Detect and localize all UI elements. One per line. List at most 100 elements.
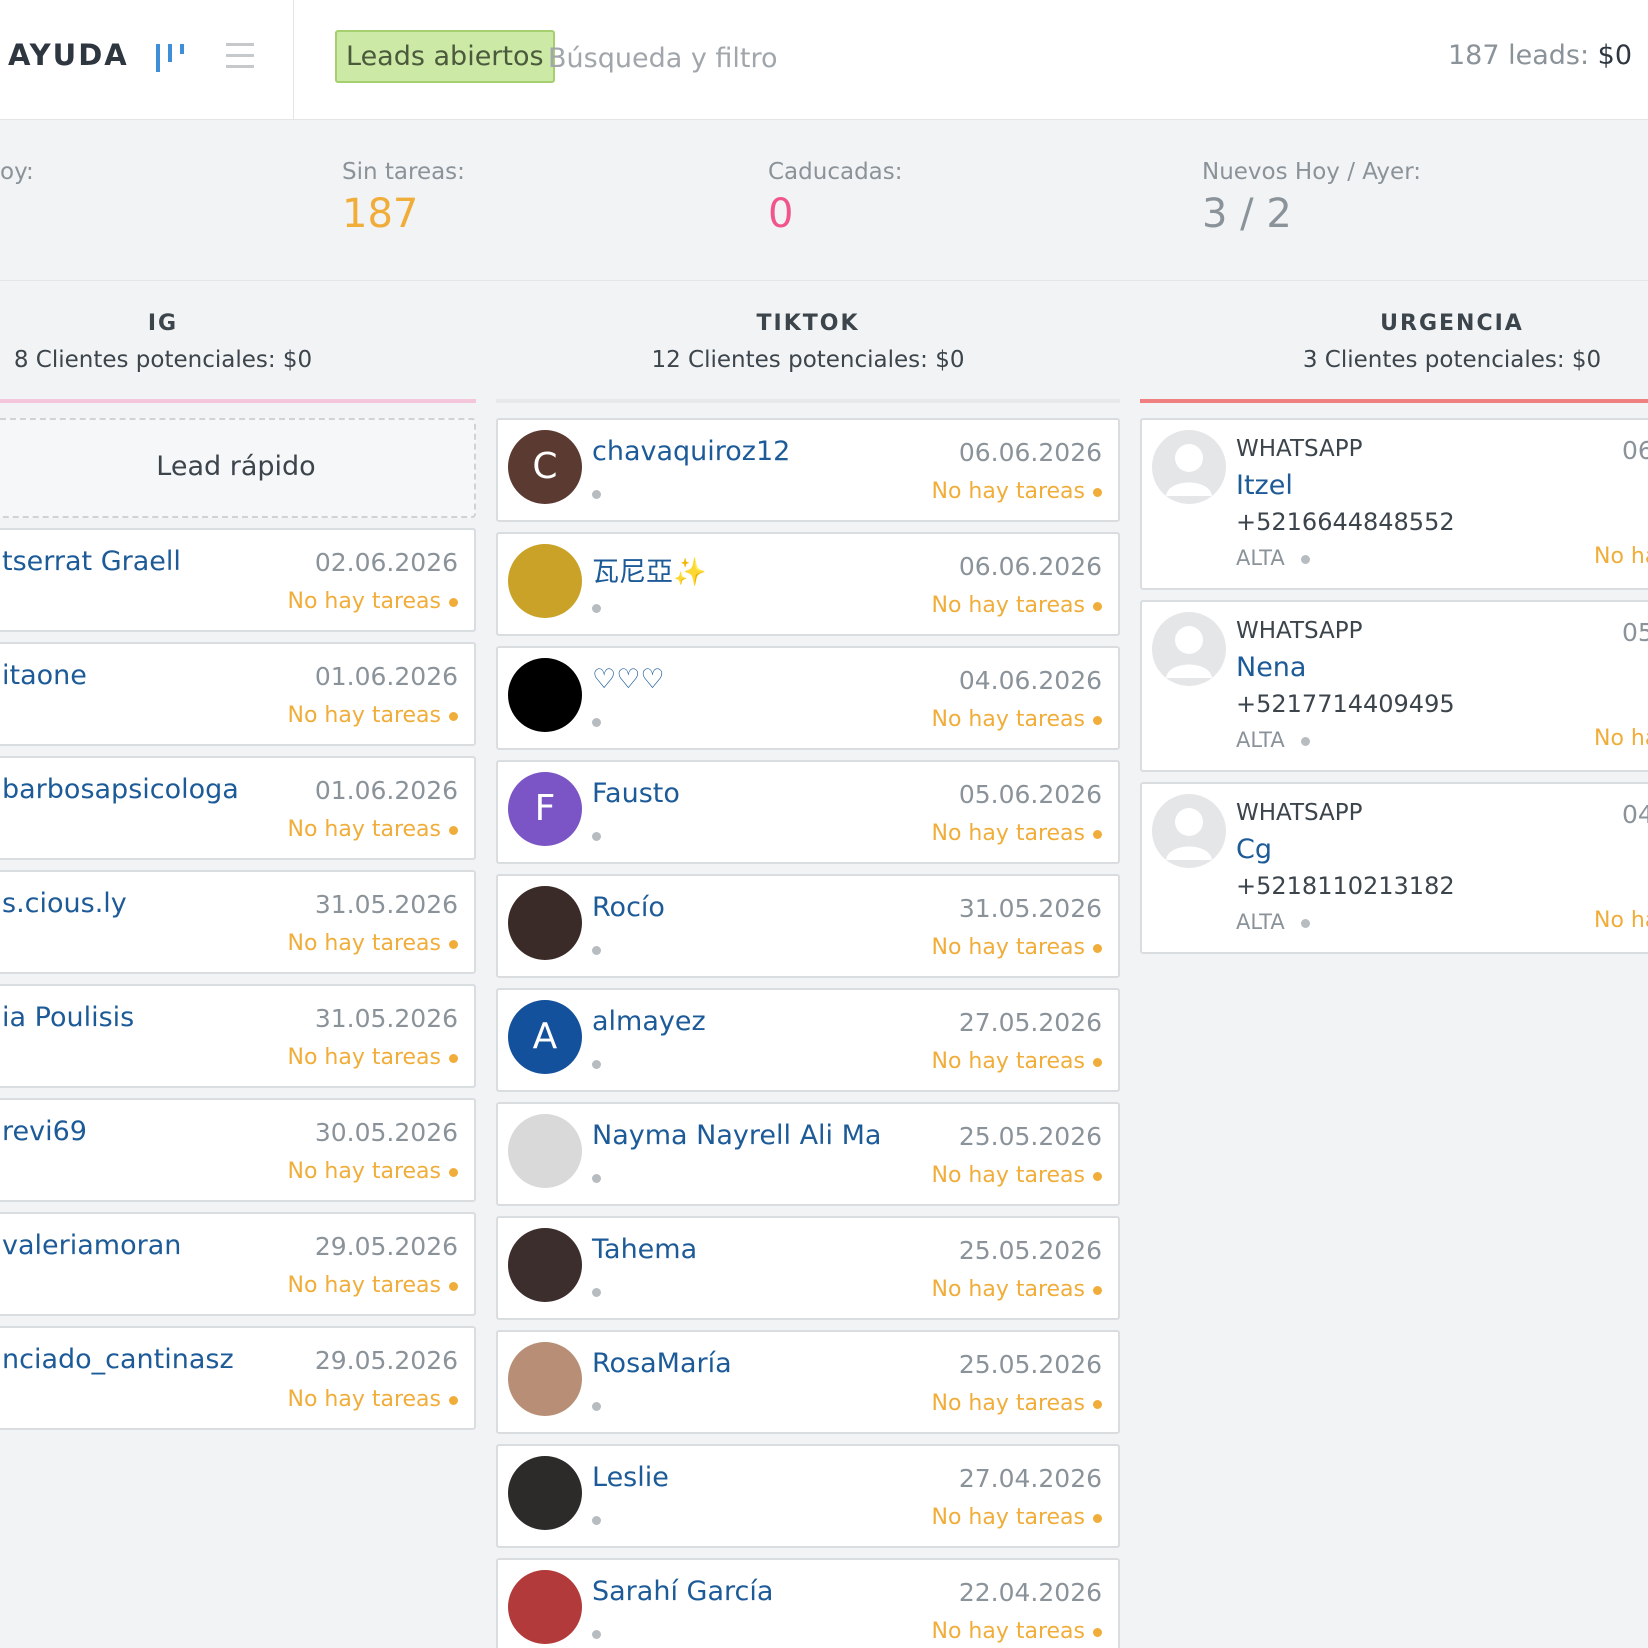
lead-name[interactable]: nciado_cantinasz — [2, 1344, 234, 1375]
stat-label: Caducadas: — [768, 159, 903, 185]
lead-card[interactable]: itaone 01.06.2026 No hay tareas — [0, 642, 476, 746]
lead-avatar[interactable]: A — [508, 1000, 582, 1074]
help-link[interactable]: AYUDA — [8, 38, 129, 72]
lead-name[interactable]: valeriamoran — [2, 1230, 181, 1261]
lead-name[interactable]: revi69 — [2, 1116, 87, 1147]
lead-card[interactable]: Rocío 31.05.2026 No hay tareas — [496, 874, 1120, 978]
lead-card[interactable]: tserrat Graell 02.06.2026 No hay tareas — [0, 528, 476, 632]
lead-avatar[interactable] — [508, 658, 582, 732]
lead-date: 25.05.2026 — [958, 1236, 1102, 1265]
open-leads-filter-tag[interactable]: Leads abiertos — [335, 30, 555, 83]
stats-row: oy: Sin tareas: 187 Caducadas: 0 Nuevos … — [0, 121, 1648, 281]
column-color-bar — [496, 399, 1120, 403]
lead-card[interactable]: barbosapsicologa 01.06.2026 No hay tarea… — [0, 756, 476, 860]
lead-name[interactable]: ia Poulisis — [2, 1002, 134, 1033]
lead-card[interactable]: Tahema 25.05.2026 No hay tareas — [496, 1216, 1120, 1320]
lead-name[interactable]: tserrat Graell — [2, 546, 181, 577]
lead-tasks-status: No hay tareas — [932, 1619, 1103, 1644]
lead-date: 06.06.2026 — [958, 552, 1102, 581]
lead-priority: ALTA — [1236, 910, 1310, 934]
lead-date: 01.06.2026 — [314, 776, 458, 805]
lead-phone: +5217714409495 — [1236, 690, 1455, 718]
lead-card[interactable]: 瓦尼亞✨ 06.06.2026 No hay tareas — [496, 532, 1120, 636]
stat-no-tasks[interactable]: Sin tareas: 187 — [342, 159, 465, 237]
lead-tasks-status: No hay tareas — [932, 593, 1103, 618]
quick-lead-button[interactable]: Lead rápido — [0, 418, 476, 518]
lead-name[interactable]: Rocío — [592, 892, 665, 923]
status-dot — [592, 604, 601, 613]
column-ig: IG 8 Clientes potenciales: $0 — [0, 282, 476, 403]
stat-expired[interactable]: Caducadas: 0 — [768, 159, 903, 237]
leads-summary: 187 leads: $0 — [1448, 40, 1632, 71]
list-view-icon[interactable] — [224, 40, 256, 72]
status-dot — [592, 946, 601, 955]
lead-name[interactable]: 瓦尼亞✨ — [592, 550, 707, 589]
lead-avatar[interactable] — [508, 1114, 582, 1188]
lead-tasks-status: No hay tareas — [288, 1387, 459, 1412]
status-dot — [592, 832, 601, 841]
lead-name[interactable]: Itzel — [1236, 470, 1293, 501]
lead-name[interactable]: itaone — [2, 660, 87, 691]
lead-avatar[interactable] — [508, 886, 582, 960]
lead-card[interactable]: F Fausto 05.06.2026 No hay tareas — [496, 760, 1120, 864]
lead-name[interactable]: almayez — [592, 1006, 706, 1037]
lead-tasks-status: No hay tareas — [932, 1391, 1103, 1416]
lead-avatar[interactable] — [508, 1228, 582, 1302]
lead-card[interactable]: Cchavaquiroz12 06.06.2026 No hay tareas — [496, 418, 1120, 522]
search-input[interactable] — [548, 36, 948, 80]
pipeline-view-icon[interactable] — [154, 40, 188, 74]
lead-card[interactable]: s.cious.ly 31.05.2026 No hay tareas — [0, 870, 476, 974]
lead-card[interactable]: WHATSAPP Itzel +5216644848552 ALTA 06 No… — [1140, 418, 1648, 590]
lead-avatar[interactable] — [508, 1570, 582, 1644]
lead-tasks-status: No hay tareas — [932, 1049, 1103, 1074]
lead-card[interactable]: WHATSAPP Nena +5217714409495 ALTA 05 No … — [1140, 600, 1648, 772]
lead-avatar[interactable] — [508, 544, 582, 618]
leads-summary-label: 187 leads: — [1447, 40, 1590, 71]
lead-avatar[interactable]: F — [508, 772, 582, 846]
lead-card[interactable]: Sarahí García 22.04.2026 No hay tareas — [496, 1558, 1120, 1648]
lead-name[interactable]: Nayma Nayrell Ali Ma — [592, 1120, 881, 1151]
lead-avatar[interactable]: C — [508, 430, 582, 504]
lead-card[interactable]: ♡♡♡ 04.06.2026 No hay tareas — [496, 646, 1120, 750]
stat-label: Sin tareas: — [342, 159, 465, 185]
lead-tasks-status: No hay tareas — [288, 703, 459, 728]
column-subtitle: 3 Clientes potenciales: $0 — [1302, 347, 1602, 373]
lead-priority: ALTA — [1236, 728, 1310, 752]
lead-name[interactable]: Cg — [1236, 834, 1272, 865]
lead-card[interactable]: Aalmayez 27.05.2026 No hay tareas — [496, 988, 1120, 1092]
lead-avatar[interactable] — [508, 1342, 582, 1416]
lead-date: 27.04.2026 — [958, 1464, 1102, 1493]
lead-date: 25.05.2026 — [958, 1350, 1102, 1379]
lead-card[interactable]: RosaMaría 25.05.2026 No hay tareas — [496, 1330, 1120, 1434]
lead-name[interactable]: ♡♡♡ — [592, 664, 665, 695]
lead-name[interactable]: Sarahí García — [592, 1576, 773, 1607]
lead-name[interactable]: Fausto — [592, 778, 680, 809]
lead-name[interactable]: Leslie — [592, 1462, 669, 1493]
lead-name[interactable]: chavaquiroz12 — [592, 436, 790, 467]
lead-card[interactable]: ia Poulisis 31.05.2026 No hay tareas — [0, 984, 476, 1088]
lead-tasks-status: No ha — [1594, 908, 1648, 933]
lead-date: 02.06.2026 — [314, 548, 458, 577]
lead-name[interactable]: RosaMaría — [592, 1348, 732, 1379]
lead-card[interactable]: valeriamoran 29.05.2026 No hay tareas — [0, 1212, 476, 1316]
lead-tasks-status: No ha — [1594, 544, 1648, 569]
status-dot — [592, 490, 601, 499]
lead-card[interactable]: revi69 30.05.2026 No hay tareas — [0, 1098, 476, 1202]
lead-name[interactable]: Tahema — [592, 1234, 697, 1265]
lead-card[interactable]: WHATSAPP Cg +5218110213182 ALTA 04 No ha — [1140, 782, 1648, 954]
lead-card[interactable]: Leslie 27.04.2026 No hay tareas — [496, 1444, 1120, 1548]
lead-tasks-status: No hay tareas — [932, 821, 1103, 846]
lead-source: WHATSAPP — [1236, 618, 1363, 644]
lead-card[interactable]: Nayma Nayrell Ali Ma 25.05.2026 No hay tar… — [496, 1102, 1120, 1206]
lead-avatar[interactable] — [508, 1456, 582, 1530]
status-dot — [592, 1516, 601, 1525]
lead-name[interactable]: barbosapsicologa — [2, 774, 239, 805]
lead-tasks-status: No hay tareas — [932, 707, 1103, 732]
lead-name[interactable]: Nena — [1236, 652, 1306, 683]
lead-date: 30.05.2026 — [314, 1118, 458, 1147]
lead-card[interactable]: nciado_cantinasz 29.05.2026 No hay tarea… — [0, 1326, 476, 1430]
lead-name[interactable]: s.cious.ly — [2, 888, 127, 919]
lead-date: 29.05.2026 — [314, 1232, 458, 1261]
lead-date: 01.06.2026 — [314, 662, 458, 691]
stat-new-today-yesterday[interactable]: Nuevos Hoy / Ayer: 3 / 2 — [1202, 159, 1421, 237]
